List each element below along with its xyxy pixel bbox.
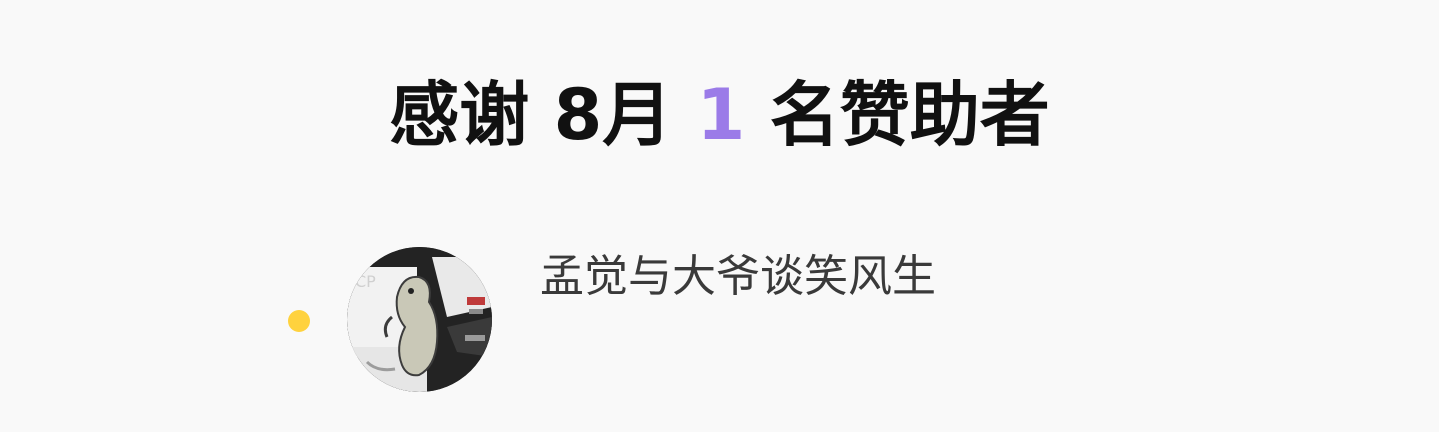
svg-text:CP: CP <box>355 272 376 291</box>
heading-suffix: 名赞助者 <box>745 74 1050 156</box>
lizard-avatar-icon: CP <box>347 247 492 392</box>
sponsor-avatar[interactable]: CP <box>347 247 492 392</box>
sponsor-name[interactable]: 孟觉与大爷谈笑风生 <box>540 249 936 305</box>
heading-prefix: 感谢 8月 <box>389 74 697 156</box>
sponsor-count: 1 <box>696 74 746 156</box>
sponsors-section: 感谢 8月 1 名赞助者 CP 孟觉与大爷谈笑风生 <box>0 0 1439 432</box>
timeline-dot <box>288 310 310 332</box>
sponsors-heading: 感谢 8月 1 名赞助者 <box>0 72 1439 158</box>
